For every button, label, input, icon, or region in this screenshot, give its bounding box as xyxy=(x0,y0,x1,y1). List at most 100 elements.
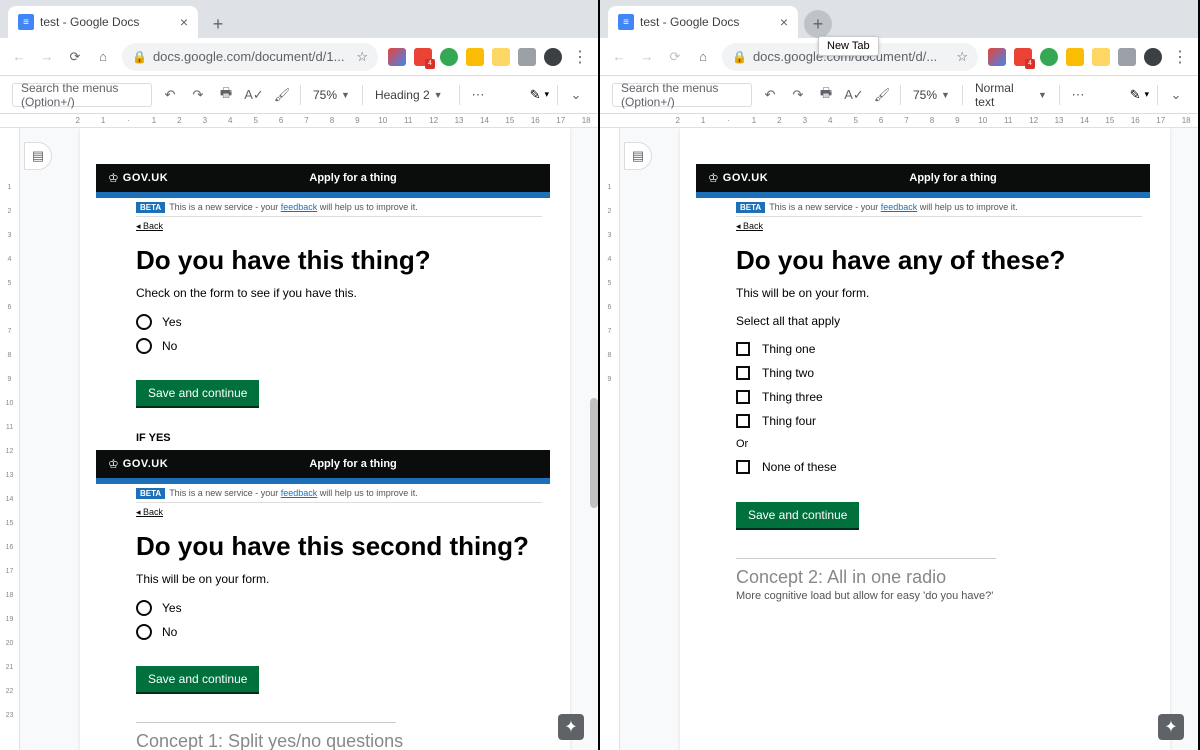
reload-button[interactable]: ⟳ xyxy=(666,48,684,66)
docs-favicon: ≡ xyxy=(618,14,634,30)
govuk-header: ♔ GOV.UK Apply for a thing xyxy=(96,164,550,192)
reload-button[interactable]: ⟳ xyxy=(66,48,84,66)
chevron-down-icon[interactable]: ⌄ xyxy=(566,85,586,105)
vertical-ruler[interactable]: 1234567891011121314151617181920212223 xyxy=(0,128,20,750)
browser-tab[interactable]: ≡ test - Google Docs × xyxy=(608,6,798,38)
extension-icon[interactable] xyxy=(1092,48,1110,66)
forward-button[interactable]: → xyxy=(38,48,56,66)
style-select[interactable]: Normal text▼ xyxy=(971,79,1051,111)
forward-button[interactable]: → xyxy=(638,48,656,66)
zoom-select[interactable]: 75%▼ xyxy=(309,86,354,104)
explore-button[interactable]: ✦ xyxy=(1158,714,1184,740)
close-icon[interactable]: × xyxy=(180,14,188,30)
checkbox-option[interactable]: None of these xyxy=(736,460,1142,474)
redo-icon[interactable]: ↷ xyxy=(788,85,808,105)
editing-mode[interactable]: ✎▾ xyxy=(530,87,549,103)
save-continue-button[interactable]: Save and continue xyxy=(136,666,259,692)
bookmark-icon[interactable]: ☆ xyxy=(356,49,368,65)
url-bar: ← → ⟳ ⌂ 🔒 docs.google.com/document/d/...… xyxy=(600,38,1198,76)
radio-yes[interactable]: Yes xyxy=(136,314,542,330)
back-button[interactable]: ← xyxy=(10,48,28,66)
checkbox-option[interactable]: Thing three xyxy=(736,390,1142,404)
more-icon[interactable]: ⋯ xyxy=(1068,85,1088,105)
horizontal-ruler[interactable]: 21·123456789101112131415161718 xyxy=(600,114,1198,128)
address-bar[interactable]: 🔒 docs.google.com/document/d/1... ☆ xyxy=(122,43,378,71)
redo-icon[interactable]: ↷ xyxy=(188,85,208,105)
extension-icon[interactable]: 4 xyxy=(1014,48,1032,66)
back-link[interactable]: ◂ Back xyxy=(136,221,542,232)
checkbox-icon xyxy=(736,366,750,380)
home-button[interactable]: ⌂ xyxy=(94,48,112,66)
feedback-link[interactable]: feedback xyxy=(881,202,918,212)
radio-icon xyxy=(136,600,152,616)
spellcheck-icon[interactable]: A✓ xyxy=(244,85,264,105)
checkbox-option[interactable]: Thing two xyxy=(736,366,1142,380)
avatar-icon[interactable] xyxy=(1144,48,1162,66)
back-button[interactable]: ← xyxy=(610,48,628,66)
save-continue-button[interactable]: Save and continue xyxy=(736,502,859,528)
avatar-icon[interactable] xyxy=(544,48,562,66)
extension-icon[interactable] xyxy=(988,48,1006,66)
chevron-down-icon[interactable]: ⌄ xyxy=(1166,85,1186,105)
paint-format-icon[interactable]: 🖌 xyxy=(272,85,292,105)
lock-icon: 🔒 xyxy=(732,50,747,64)
outline-toggle[interactable]: ▤ xyxy=(24,142,52,170)
more-icon[interactable]: ⋯ xyxy=(468,85,488,105)
vertical-ruler[interactable]: 123456789 xyxy=(600,128,620,750)
extension-icon[interactable] xyxy=(492,48,510,66)
tab-title: test - Google Docs xyxy=(40,15,174,29)
undo-icon[interactable]: ↶ xyxy=(160,85,180,105)
new-tab-tooltip: New Tab xyxy=(818,36,879,56)
extension-icon[interactable] xyxy=(518,48,536,66)
chrome-menu-icon[interactable]: ⋮ xyxy=(1172,47,1188,67)
extension-icon[interactable] xyxy=(1066,48,1084,66)
hint-text: This will be on your form. xyxy=(736,286,1142,300)
radio-yes[interactable]: Yes xyxy=(136,600,542,616)
print-icon[interactable]: 🖶 xyxy=(816,85,836,105)
radio-no[interactable]: No xyxy=(136,624,542,640)
undo-icon[interactable]: ↶ xyxy=(760,85,780,105)
docs-toolbar: Search the menus (Option+/) ↶ ↷ 🖶 A✓ 🖌 7… xyxy=(600,76,1198,114)
beta-banner: BETAThis is a new service - your feedbac… xyxy=(136,484,542,503)
extension-icon[interactable] xyxy=(466,48,484,66)
zoom-select[interactable]: 75%▼ xyxy=(909,86,954,104)
radio-icon xyxy=(136,314,152,330)
radio-no[interactable]: No xyxy=(136,338,542,354)
explore-button[interactable]: ✦ xyxy=(558,714,584,740)
outline-toggle[interactable]: ▤ xyxy=(624,142,652,170)
hint-text: Check on the form to see if you have thi… xyxy=(136,286,542,300)
bookmark-icon[interactable]: ☆ xyxy=(956,49,968,65)
spellcheck-icon[interactable]: A✓ xyxy=(844,85,864,105)
print-icon[interactable]: 🖶 xyxy=(216,85,236,105)
new-tab-button[interactable]: + xyxy=(804,10,832,38)
document-page[interactable]: ♔ GOV.UK Apply for a thing BETAThis is a… xyxy=(80,128,570,750)
url-bar: ← → ⟳ ⌂ 🔒 docs.google.com/document/d/1..… xyxy=(0,38,598,76)
scrollbar-thumb[interactable] xyxy=(590,398,598,508)
editing-mode[interactable]: ✎▾ xyxy=(1130,87,1149,103)
feedback-link[interactable]: feedback xyxy=(281,202,318,212)
chrome-menu-icon[interactable]: ⋮ xyxy=(572,47,588,67)
document-page[interactable]: ♔ GOV.UK Apply for a thing BETAThis is a… xyxy=(680,128,1170,750)
new-tab-button[interactable]: + xyxy=(204,10,232,38)
extension-icon[interactable] xyxy=(1040,48,1058,66)
style-select[interactable]: Heading 2▼ xyxy=(371,86,451,104)
close-icon[interactable]: × xyxy=(780,14,788,30)
home-button[interactable]: ⌂ xyxy=(694,48,712,66)
extension-icon[interactable] xyxy=(440,48,458,66)
back-link[interactable]: ◂ Back xyxy=(136,507,542,518)
save-continue-button[interactable]: Save and continue xyxy=(136,380,259,406)
extension-icon[interactable] xyxy=(1118,48,1136,66)
extension-icon[interactable]: 4 xyxy=(414,48,432,66)
extension-icon[interactable] xyxy=(388,48,406,66)
feedback-link[interactable]: feedback xyxy=(281,488,318,498)
paint-format-icon[interactable]: 🖌 xyxy=(872,85,892,105)
back-link[interactable]: ◂ Back xyxy=(736,221,1142,232)
divider xyxy=(736,558,996,559)
browser-tab[interactable]: ≡ test - Google Docs × xyxy=(8,6,198,38)
concept-heading: Concept 2: All in one radio xyxy=(736,567,1142,588)
checkbox-option[interactable]: Thing four xyxy=(736,414,1142,428)
menu-search[interactable]: Search the menus (Option+/) xyxy=(612,83,752,107)
checkbox-option[interactable]: Thing one xyxy=(736,342,1142,356)
menu-search[interactable]: Search the menus (Option+/) xyxy=(12,83,152,107)
horizontal-ruler[interactable]: 21·123456789101112131415161718 xyxy=(0,114,598,128)
